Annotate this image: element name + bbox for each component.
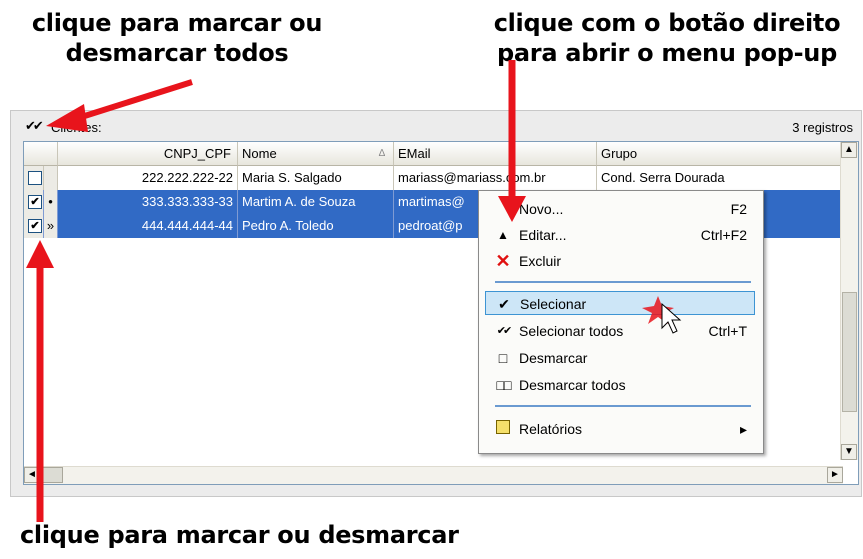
annotation-right-click: clique com o botão direito para abrir o … (493, 9, 841, 67)
menu-item-selecionar-todos[interactable]: ✔✔ Selecionar todos Ctrl+T (485, 319, 755, 343)
row-checkbox[interactable]: ✔ (24, 190, 44, 214)
row-indicator: » (44, 214, 58, 238)
menu-item-label: Relatórios (519, 421, 583, 437)
uncheck-icon: □ (498, 350, 508, 366)
horizontal-scroll-thumb[interactable] (41, 467, 63, 483)
menu-item-label: Excluir (519, 253, 562, 269)
cell-cnpj: 222.222.222-22 (58, 166, 238, 190)
check-all-icon[interactable]: ✔✔ (25, 118, 44, 134)
menu-item-shortcut: Ctrl+F2 (700, 227, 747, 243)
cell-nome: Pedro A. Toledo (238, 214, 394, 238)
horizontal-scrollbar[interactable]: ◄ ► (24, 466, 843, 484)
scroll-up-button[interactable]: ▲ (841, 142, 857, 158)
row-checkbox[interactable] (24, 166, 44, 190)
panel-header: ✔✔ Clientes: 3 registros (11, 111, 861, 141)
header-nome-label: Nome (242, 146, 277, 161)
menu-item-label: Novo... (519, 201, 564, 217)
cell-cnpj: 444.444.444-44 (58, 214, 238, 238)
header-cnpj[interactable]: CNPJ_CPF (58, 142, 238, 166)
menu-item-label: Selecionar (520, 296, 587, 312)
checkbox[interactable]: ✔ (28, 219, 42, 233)
menu-item-selecionar[interactable]: ✔ Selecionar (485, 291, 755, 315)
cell-cnpj: 333.333.333-33 (58, 190, 238, 214)
menu-item-novo[interactable]: Novo... F2 (485, 197, 755, 221)
header-nome[interactable]: Nome ∆ (238, 142, 394, 166)
annotation-check-row: clique para marcar ou desmarcar (20, 521, 459, 549)
header-grupo[interactable]: Grupo (597, 142, 843, 166)
menu-item-desmarcar[interactable]: □ Desmarcar (485, 346, 755, 370)
edit-icon: ▲ (497, 228, 509, 242)
uncheck-all-icon: □□ (496, 377, 512, 393)
menu-item-label: Editar... (519, 227, 567, 243)
record-count: 3 registros (792, 120, 853, 135)
row-indicator (44, 166, 58, 190)
check-icon: ✔ (498, 296, 510, 312)
row-indicator: • (44, 190, 58, 214)
scroll-down-button[interactable]: ▼ (841, 444, 857, 460)
sort-asc-icon: ∆ (378, 148, 385, 159)
context-menu: Novo... F2 ▲ Editar... Ctrl+F2 ✕ Excluir… (478, 190, 764, 454)
vertical-scroll-thumb[interactable] (842, 292, 857, 412)
panel-label: Clientes: (51, 120, 102, 135)
header-email[interactable]: EMail (394, 142, 597, 166)
table-row[interactable]: 222.222.222-22 Maria S. Salgado mariass@… (24, 166, 843, 190)
cell-grupo: Cond. Serra Dourada (597, 166, 843, 190)
vertical-scrollbar[interactable]: ▲ ▼ (840, 142, 858, 460)
submenu-arrow-icon: ▸ (739, 421, 747, 437)
report-icon (493, 417, 513, 441)
check-all-icon: ✔✔ (496, 325, 512, 337)
menu-item-label: Desmarcar (519, 350, 588, 366)
delete-icon: ✕ (495, 251, 511, 271)
menu-item-label: Desmarcar todos (519, 377, 626, 393)
scroll-right-button[interactable]: ► (827, 467, 843, 483)
cell-nome: Martim A. de Souza (238, 190, 394, 214)
menu-item-relatorios[interactable]: Relatórios ▸ (485, 417, 755, 441)
menu-item-editar[interactable]: ▲ Editar... Ctrl+F2 (485, 223, 755, 247)
menu-item-label: Selecionar todos (519, 323, 624, 339)
cell-email: mariass@mariass.com.br (394, 166, 597, 190)
cell-nome: Maria S. Salgado (238, 166, 394, 190)
row-checkbox[interactable]: ✔ (24, 214, 44, 238)
menu-separator (495, 405, 751, 407)
menu-item-shortcut: F2 (730, 201, 747, 217)
header-checkbox-col[interactable] (24, 142, 58, 166)
annotation-check-all: clique para marcar ou desmarcar todos (31, 9, 323, 67)
scroll-left-button[interactable]: ◄ (24, 467, 40, 483)
menu-item-desmarcar-todos[interactable]: □□ Desmarcar todos (485, 373, 755, 397)
checkbox[interactable] (28, 171, 42, 185)
menu-separator (495, 281, 751, 283)
menu-item-excluir[interactable]: ✕ Excluir (485, 249, 755, 273)
menu-item-shortcut: Ctrl+T (708, 323, 748, 339)
checkbox[interactable]: ✔ (28, 195, 42, 209)
